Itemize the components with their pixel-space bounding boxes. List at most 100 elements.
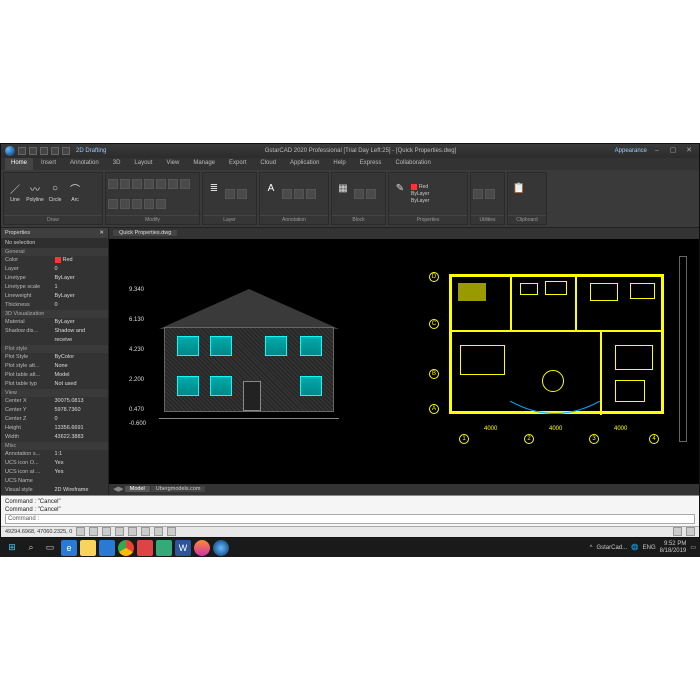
explorer-icon[interactable] [80,540,96,556]
tab-home[interactable]: Home [5,158,33,170]
qat-new[interactable] [18,147,26,155]
ortho-toggle[interactable] [102,527,111,536]
lineweight-dropdown[interactable]: ByLayer [411,198,429,204]
search-icon[interactable]: ⌕ [23,540,39,556]
prop-group[interactable]: View [1,389,108,397]
close-button[interactable]: ✕ [683,147,695,155]
tool-rotate[interactable] [132,179,142,189]
prop-row[interactable]: LineweightByLayer [1,292,108,301]
prop-row[interactable]: Plot StyleByColor [1,353,108,362]
prop-row[interactable]: Plot style att...None [1,362,108,371]
tool-select[interactable] [485,189,495,199]
tool-table[interactable] [306,189,316,199]
layout-nav-icon[interactable]: ◀▶ [113,485,124,493]
tool-arc[interactable]: ⌒Arc [66,182,84,206]
tool-polyline[interactable]: 〰Polyline [26,182,44,206]
tab-express[interactable]: Express [354,158,388,170]
notifications-icon[interactable]: ▭ [690,544,696,551]
command-input[interactable]: Command : [5,514,695,524]
task-view-icon[interactable]: ▭ [42,540,58,556]
linetype-dropdown[interactable]: ByLayer [411,191,429,197]
layout-tab-1[interactable]: Ubergmodels.com [151,486,206,492]
prop-row[interactable]: ColorRed [1,256,108,265]
tool-mirror[interactable] [144,179,154,189]
layer-freeze[interactable] [237,189,247,199]
tab-manage[interactable]: Manage [187,158,221,170]
selection-dropdown[interactable]: No selection [1,238,108,248]
store-icon[interactable] [99,540,115,556]
firefox-icon[interactable] [194,540,210,556]
language-indicator[interactable]: ENG [643,545,656,551]
layer-iso[interactable] [225,189,235,199]
prop-group[interactable]: Plot style [1,345,108,353]
osnap-toggle[interactable] [128,527,137,536]
tool-line[interactable]: ／Line [6,182,24,206]
tool-match-properties[interactable]: ✎ [391,182,409,206]
layout-tab-model[interactable]: Model [125,486,150,492]
tab-application[interactable]: Application [284,158,325,170]
prop-row[interactable]: UCS icon at ...Yes [1,468,108,477]
tool-erase[interactable] [144,199,154,209]
tool-fillet[interactable] [108,199,118,209]
dyn-toggle[interactable] [167,527,176,536]
grid-toggle[interactable] [89,527,98,536]
tab-annotation[interactable]: Annotation [64,158,105,170]
appearance-link[interactable]: Appearance [615,148,647,154]
prop-group[interactable]: General [1,248,108,256]
layer-properties-button[interactable]: ≣ [205,182,223,206]
prop-row[interactable]: Height13356.6691 [1,424,108,433]
start-button[interactable]: ⊞ [4,540,20,556]
prop-row[interactable]: Center Z0 [1,415,108,424]
snap-toggle[interactable] [76,527,85,536]
tab-view[interactable]: View [160,158,185,170]
qat-undo[interactable] [51,147,59,155]
tool-circle[interactable]: ○Circle [46,182,64,206]
chrome-icon[interactable] [118,540,134,556]
qat-open[interactable] [29,147,37,155]
tab-cloud[interactable]: Cloud [254,158,282,170]
tab-insert[interactable]: Insert [35,158,62,170]
tab-collaboration[interactable]: Collaboration [389,158,436,170]
maximize-button[interactable]: ▢ [667,147,679,155]
prop-group[interactable]: 3D Visualization [1,310,108,318]
app-logo-icon[interactable] [5,146,15,156]
minimize-button[interactable]: – [651,147,663,155]
prop-row[interactable]: UCS Name [1,477,108,486]
tool-trim[interactable] [156,179,166,189]
tool-block-insert[interactable]: ▦ [334,182,352,206]
word-icon[interactable]: W [175,540,191,556]
workspace-selector[interactable]: 2D Drafting [76,148,106,154]
polar-toggle[interactable] [115,527,124,536]
prop-row[interactable]: LinetypeByLayer [1,274,108,283]
prop-row[interactable]: Center Y5978.7360 [1,406,108,415]
tool-offset[interactable] [132,199,142,209]
qat-save[interactable] [40,147,48,155]
app1-icon[interactable] [137,540,153,556]
prop-row[interactable]: Thickness0 [1,301,108,310]
lwt-toggle[interactable] [154,527,163,536]
tool-dimension[interactable] [282,189,292,199]
clock-time[interactable]: 9:52 PM [660,541,687,548]
prop-row[interactable]: Shadow dis...Shadow and receive [1,327,108,345]
properties-close-icon[interactable]: ✕ [99,230,104,236]
tool-explode[interactable] [156,199,166,209]
tool-measure[interactable] [473,189,483,199]
qat-redo[interactable] [62,147,70,155]
prop-row[interactable]: Center X30075.0813 [1,397,108,406]
gstarcad-taskbar-icon[interactable] [213,540,229,556]
tool-copy[interactable] [120,179,130,189]
tray-chevron-icon[interactable]: ^ [590,545,593,551]
otrack-toggle[interactable] [141,527,150,536]
prop-row[interactable]: MaterialByLayer [1,318,108,327]
tool-move[interactable] [108,179,118,189]
tool-paste[interactable]: 📋 [510,182,528,206]
tab-3d[interactable]: 3D [107,158,127,170]
prop-row[interactable]: UCS icon O...Yes [1,459,108,468]
prop-group[interactable]: Misc [1,442,108,450]
tab-layout[interactable]: Layout [128,158,158,170]
tool-leader[interactable] [294,189,304,199]
tool-block-create[interactable] [354,189,364,199]
app2-icon[interactable] [156,540,172,556]
tool-scale[interactable] [168,179,178,189]
prop-row[interactable]: Layer0 [1,265,108,274]
